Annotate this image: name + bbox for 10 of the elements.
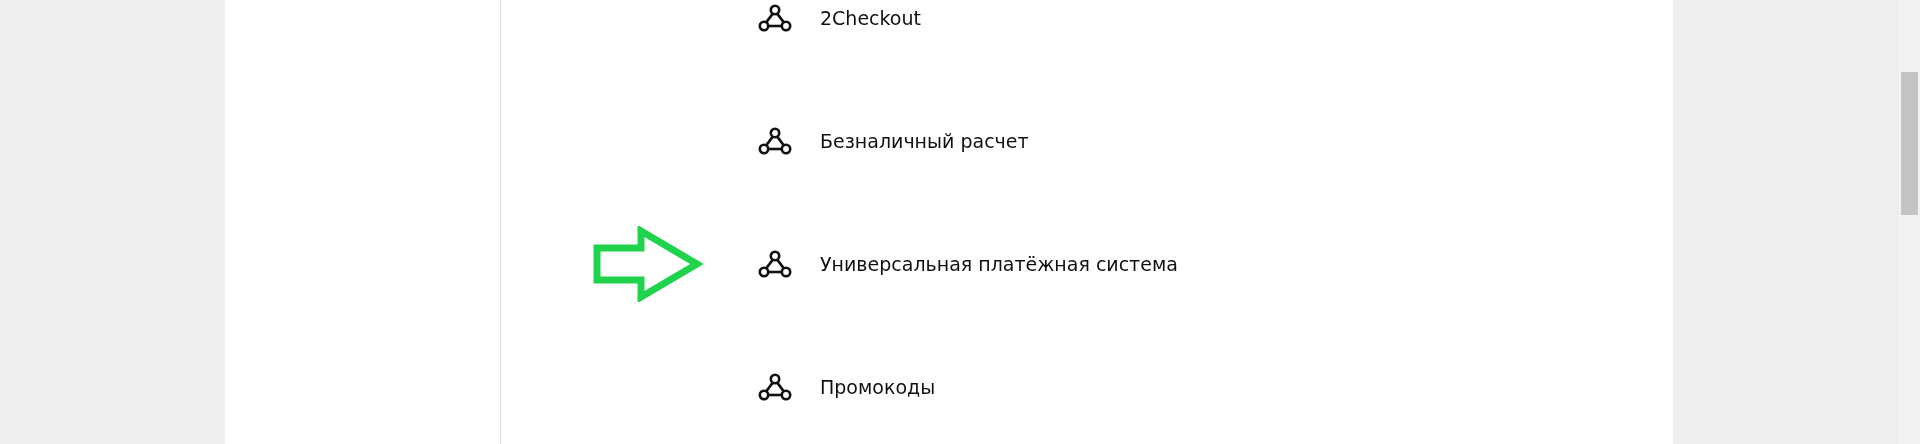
menu-item-label[interactable]: Промокоды	[820, 376, 936, 398]
network-icon	[758, 250, 792, 278]
scrollbar[interactable]	[1899, 0, 1920, 444]
network-icon	[758, 4, 792, 32]
scrollbar-thumb[interactable]	[1901, 72, 1918, 215]
network-icon	[758, 127, 792, 155]
menu-item-label[interactable]: Безналичный расчет	[820, 130, 1029, 152]
menu-item-label[interactable]: 2Checkout	[820, 7, 921, 29]
menu-item-label[interactable]: Универсальная платёжная система	[820, 253, 1178, 275]
network-icon	[758, 373, 792, 401]
